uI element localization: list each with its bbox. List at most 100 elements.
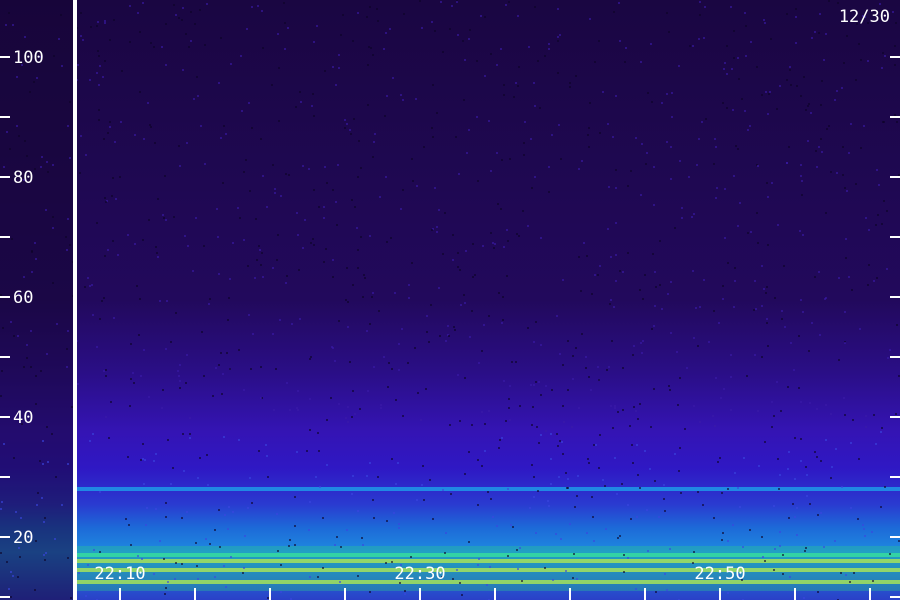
noise-dot [416,185,418,187]
noise-dot [659,284,661,286]
noise-dot [715,146,717,148]
pre-gap-region [0,0,73,600]
noise-dot [851,289,853,291]
noise-dot [246,28,248,30]
noise-dot [623,554,625,556]
noise-dot [1,501,3,503]
noise-dot [65,236,67,238]
noise-dot [286,382,288,384]
noise-dot [787,468,789,470]
noise-dot [492,516,494,518]
noise-dot [848,276,850,278]
noise-dot [34,589,36,591]
noise-dot [255,218,257,220]
noise-dot [178,145,180,147]
noise-dot [503,246,505,248]
noise-dot [266,455,268,457]
noise-dot [594,274,596,276]
noise-dot [659,240,661,242]
noise-dot [271,84,273,86]
noise-dot [828,0,830,2]
noise-dot [894,45,896,47]
noise-dot [395,483,397,485]
noise-dot [800,95,802,97]
noise-dot [163,558,165,560]
noise-dot [112,177,114,179]
noise-dot [455,136,457,138]
noise-dot [850,442,852,444]
noise-dot [505,4,507,6]
noise-dot [713,517,715,519]
noise-dot [654,480,656,482]
noise-dot [108,437,110,439]
noise-dot [438,287,440,289]
noise-dot [756,66,758,68]
noise-dot [624,61,626,63]
noise-dot [36,504,38,506]
noise-dot [590,389,592,391]
noise-dot [744,12,746,14]
noise-dot [462,40,464,42]
noise-dot [377,476,379,478]
noise-dot [844,187,846,189]
noise-dot [844,311,846,313]
noise-dot [764,441,766,443]
noise-dot [507,240,509,242]
noise-dot [798,335,800,337]
noise-dot [317,432,319,434]
noise-dot [102,76,104,78]
noise-dot [274,188,276,190]
noise-dot [773,569,775,571]
noise-dot [836,172,838,174]
noise-dot [538,442,540,444]
noise-dot [771,182,773,184]
noise-dot [623,571,625,573]
noise-dot [819,13,821,15]
noise-dot [559,440,561,442]
noise-dot [618,2,620,4]
noise-dot [816,166,818,168]
noise-dot [350,133,352,135]
noise-dot [666,589,668,591]
noise-dot [639,289,641,291]
noise-dot [114,141,116,143]
noise-dot [261,252,263,254]
noise-dot [468,451,470,453]
noise-dot [745,55,747,57]
noise-dot [777,458,779,460]
noise-dot [408,284,410,286]
noise-dot [860,147,862,149]
noise-dot [551,389,553,391]
noise-dot [724,237,726,239]
noise-dot [113,317,115,319]
noise-dot [540,237,542,239]
noise-dot [67,330,69,332]
noise-dot [51,433,53,435]
noise-dot [635,588,637,590]
noise-dot [512,526,514,528]
noise-dot [886,268,888,270]
noise-dot [496,64,498,66]
spectrogram-svg: 20 40 60 80 100 22:10 22:30 22:50 12/30 [0,0,900,600]
noise-dot [803,76,805,78]
noise-dot [442,253,444,255]
noise-dot [747,129,749,131]
noise-dot [376,8,378,10]
noise-dot [651,101,653,103]
noise-dot [448,335,450,337]
noise-dot [203,245,205,247]
noise-dot [241,110,243,112]
noise-dot [302,165,304,167]
noise-dot [165,23,167,25]
noise-dot [287,27,289,29]
noise-dot [773,415,775,417]
noise-dot [557,36,559,38]
noise-dot [278,120,280,122]
noise-dot [749,125,751,127]
noise-dot [639,403,641,405]
noise-dot [488,120,490,122]
noise-dot [816,456,818,458]
noise-dot [679,377,681,379]
noise-dot [187,245,189,247]
noise-dot [380,407,382,409]
